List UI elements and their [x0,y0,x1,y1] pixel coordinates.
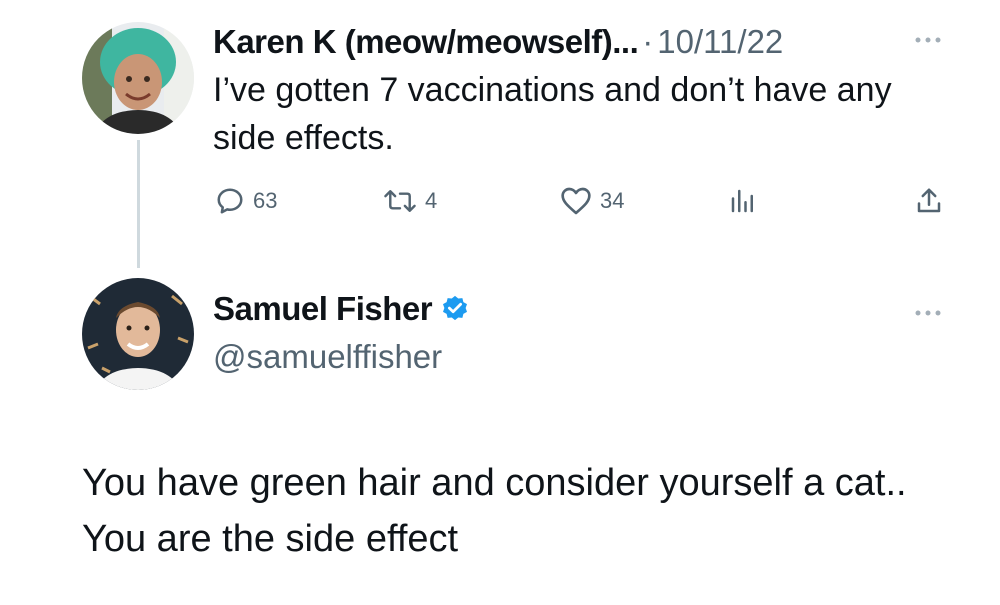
like-button[interactable]: 34 [560,186,624,216]
views-icon [731,189,753,213]
tweet2-text: You have green hair and consider yoursel… [82,462,907,560]
share-button[interactable] [914,186,944,216]
tweet1-text: I’ve gotten 7 vaccinations and don’t hav… [213,71,892,157]
tweet2-header: Samuel Fisher [213,290,470,328]
retweet-count: 4 [425,188,438,213]
tweet1-date[interactable]: 10/11/22 [657,23,783,61]
tweet2-handle[interactable]: @samuelffisher [213,338,442,376]
tweet1-header: Karen K (meow/meowself)... · 10/11/22 [213,18,783,66]
avatar-karen[interactable] [82,22,194,134]
heart-icon [561,187,591,215]
thread-connector-line [137,140,140,268]
reply-count: 63 [253,188,278,213]
tweet1-author-name[interactable]: Karen K (meow/meowself)... [213,23,639,61]
tweet2-author-name[interactable]: Samuel Fisher [213,290,433,328]
reply-button[interactable]: 63 [215,186,277,216]
ellipsis-icon[interactable] [908,30,948,50]
share-icon [917,188,941,213]
reply-icon [217,188,243,214]
retweet-button[interactable]: 4 [383,186,437,216]
tweet1-separator: · [642,23,654,60]
like-count: 34 [600,188,625,213]
verified-badge-icon [443,295,468,321]
retweet-icon [384,190,416,212]
avatar-samuel[interactable] [82,278,194,390]
views-button[interactable] [728,186,758,216]
ellipsis-icon[interactable] [908,303,948,323]
